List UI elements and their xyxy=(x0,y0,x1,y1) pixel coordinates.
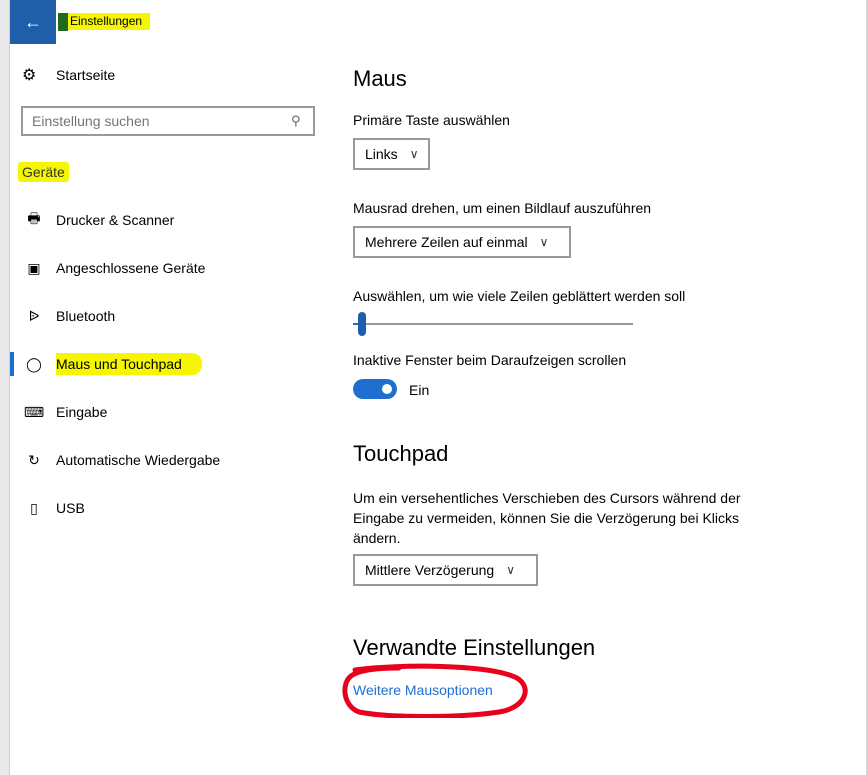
bluetooth-icon: ᐉ xyxy=(28,307,40,324)
red-annotation-circle xyxy=(342,663,528,718)
primary-button-dropdown[interactable]: Links ∨ xyxy=(353,138,431,170)
inactive-scroll-toggle[interactable] xyxy=(353,379,397,399)
chevron-down-icon: ∨ xyxy=(539,235,549,249)
chevron-down-icon: ∨ xyxy=(409,147,419,161)
toggle-state-label: Ein xyxy=(409,382,430,398)
active-indicator xyxy=(10,352,14,376)
sidebar-item-label: Drucker & Scanner xyxy=(56,212,175,228)
mouse-heading: Maus xyxy=(353,66,407,91)
related-settings-heading: Verwandte Einstellungen xyxy=(353,635,596,660)
devices-icon: ▣ xyxy=(27,259,41,276)
touchpad-heading: Touchpad xyxy=(353,441,449,466)
dropdown-value: Links xyxy=(365,146,398,162)
keyboard-icon: ⌨ xyxy=(23,403,45,420)
dropdown-value: Mehrere Zeilen auf einmal xyxy=(365,234,528,250)
sidebar-item-label: Eingabe xyxy=(56,404,108,420)
sidebar-item-label: Bluetooth xyxy=(56,308,116,324)
inactive-scroll-label: Inaktive Fenster beim Daraufzeigen scrol… xyxy=(353,352,627,368)
search-input[interactable] xyxy=(23,112,291,130)
dropdown-value: Mittlere Verzögerung xyxy=(365,562,495,578)
chevron-down-icon: ∨ xyxy=(506,563,515,577)
lines-slider[interactable] xyxy=(353,312,633,336)
gear-icon: ⚙ xyxy=(22,67,37,84)
sidebar-item-bluetooth[interactable]: ᐉ Bluetooth xyxy=(10,296,330,336)
sidebar-item-mouse-touchpad[interactable]: ◯ Maus und Touchpad xyxy=(10,344,330,384)
sidebar-item-label: Automatische Wiedergabe xyxy=(56,452,221,468)
sidebar-item-printers[interactable]: 🖶 Drucker & Scanner xyxy=(10,200,330,240)
sidebar-section-title: Geräte xyxy=(18,162,69,182)
sidebar-item-label: Maus und Touchpad xyxy=(56,353,202,375)
slider-track xyxy=(353,323,633,325)
primary-button-label: Primäre Taste auswählen xyxy=(353,112,510,128)
lines-label: Auswählen, um wie viele Zeilen geblätter… xyxy=(353,288,686,304)
scroll-label: Mausrad drehen, um einen Bildlauf auszuf… xyxy=(353,200,652,216)
search-icon: ⚲ xyxy=(291,113,301,128)
touchpad-description: Um ein versehentliches Verschieben des C… xyxy=(353,490,741,546)
window-left-frame xyxy=(0,0,10,775)
back-arrow-icon: ← xyxy=(24,11,42,32)
touchpad-delay-dropdown[interactable]: Mittlere Verzögerung ∨ xyxy=(353,554,538,586)
sidebar-item-autoplay[interactable]: ↻ Automatische Wiedergabe xyxy=(10,440,330,480)
sidebar-item-input[interactable]: ⌨ Eingabe xyxy=(10,392,330,432)
printer-icon: 🖶 xyxy=(27,210,41,226)
autoplay-icon: ↻ xyxy=(28,451,40,468)
search-box[interactable]: ⚲ xyxy=(21,106,315,136)
title-bar: ← Einstellungen xyxy=(10,0,866,44)
sidebar-home[interactable]: ⚙ Startseite xyxy=(22,65,115,85)
scroll-mode-dropdown[interactable]: Mehrere Zeilen auf einmal ∨ xyxy=(353,226,571,258)
sidebar-item-label: Angeschlossene Geräte xyxy=(56,260,206,276)
mouse-icon: ◯ xyxy=(26,355,42,372)
slider-thumb[interactable] xyxy=(358,312,366,336)
toggle-knob xyxy=(382,384,392,394)
back-button[interactable]: ← xyxy=(10,0,56,44)
usb-icon: ▯ xyxy=(30,499,38,516)
sidebar-home-label: Startseite xyxy=(56,67,116,83)
sidebar-item-label: USB xyxy=(56,500,85,516)
sidebar-item-usb[interactable]: ▯ USB xyxy=(10,488,330,528)
sidebar-item-connected-devices[interactable]: ▣ Angeschlossene Geräte xyxy=(10,248,330,288)
window-title: Einstellungen xyxy=(57,13,151,31)
